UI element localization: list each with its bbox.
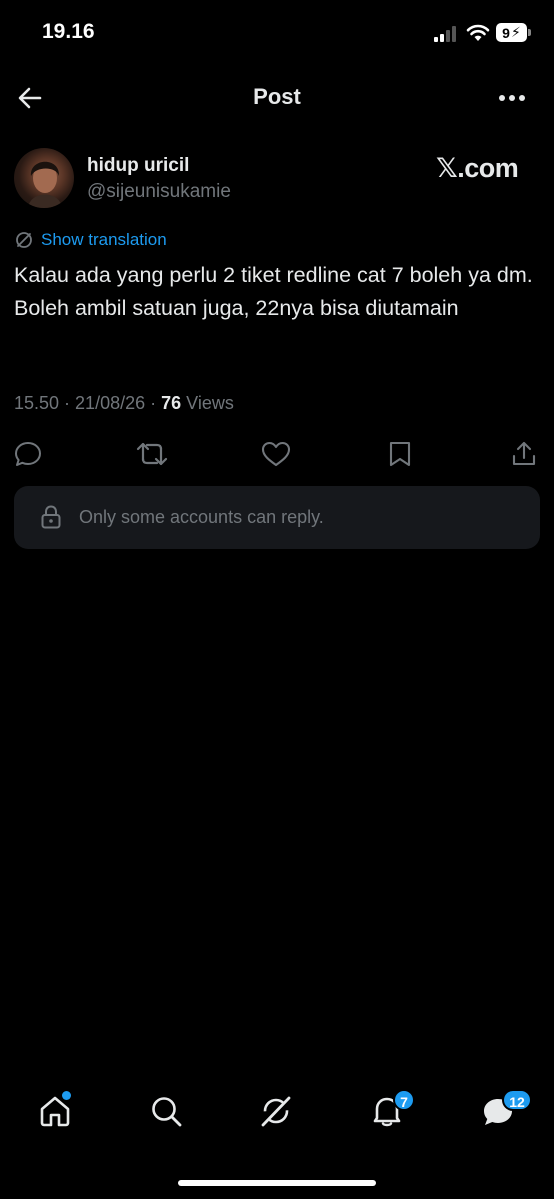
translate-icon [14,230,34,250]
tab-grok[interactable] [259,1094,293,1128]
reply-button[interactable] [14,440,42,468]
show-translation-link[interactable]: Show translation [41,230,167,250]
home-new-dot [62,1091,71,1100]
share-icon [512,441,536,466]
post-text: Kalau ada yang perlu 2 tiket redline cat… [14,263,533,320]
post-time: 15.50 [14,393,60,413]
repost-button[interactable] [136,440,168,468]
wifi-icon [466,24,490,42]
author-handle[interactable]: @sijeunisukamie [87,181,231,203]
home-indicator [178,1180,376,1186]
charging-bolt-icon: ⚡ [510,24,521,40]
post-date: 21/08/26 [75,393,146,413]
post-meta: 15.50 · 21/08/26 · 76 Views [14,393,234,413]
repost-icon [136,442,168,466]
reply-icon [15,442,41,466]
watermark-logo: 𝕏.com [436,153,519,183]
status-time: 19.16 [42,20,95,43]
author-display-name[interactable]: hidup uricil [87,155,189,177]
search-icon [152,1097,182,1127]
battery-icon: 9 ⚡ [496,23,527,42]
lock-icon [40,504,62,530]
battery-cap [528,29,531,36]
tab-search[interactable] [149,1094,183,1128]
avatar[interactable] [14,148,74,208]
bookmark-icon [389,441,411,467]
views-count[interactable]: 76 [161,393,181,413]
battery-level: 9 [502,24,510,41]
like-icon [261,441,291,467]
views-label: Views [186,393,234,413]
page-title: Post [253,84,301,109]
share-button[interactable] [511,440,537,468]
reply-restriction-text: Only some accounts can reply. [79,507,324,527]
bookmark-button[interactable] [388,440,412,468]
messages-badge: 12 [502,1089,532,1111]
more-button[interactable] [496,86,528,110]
like-button[interactable] [261,440,291,468]
notifications-badge: 7 [393,1089,415,1111]
grok-icon [261,1096,291,1127]
cellular-signal-icon [434,26,460,42]
more-horizontal-icon [499,95,525,101]
